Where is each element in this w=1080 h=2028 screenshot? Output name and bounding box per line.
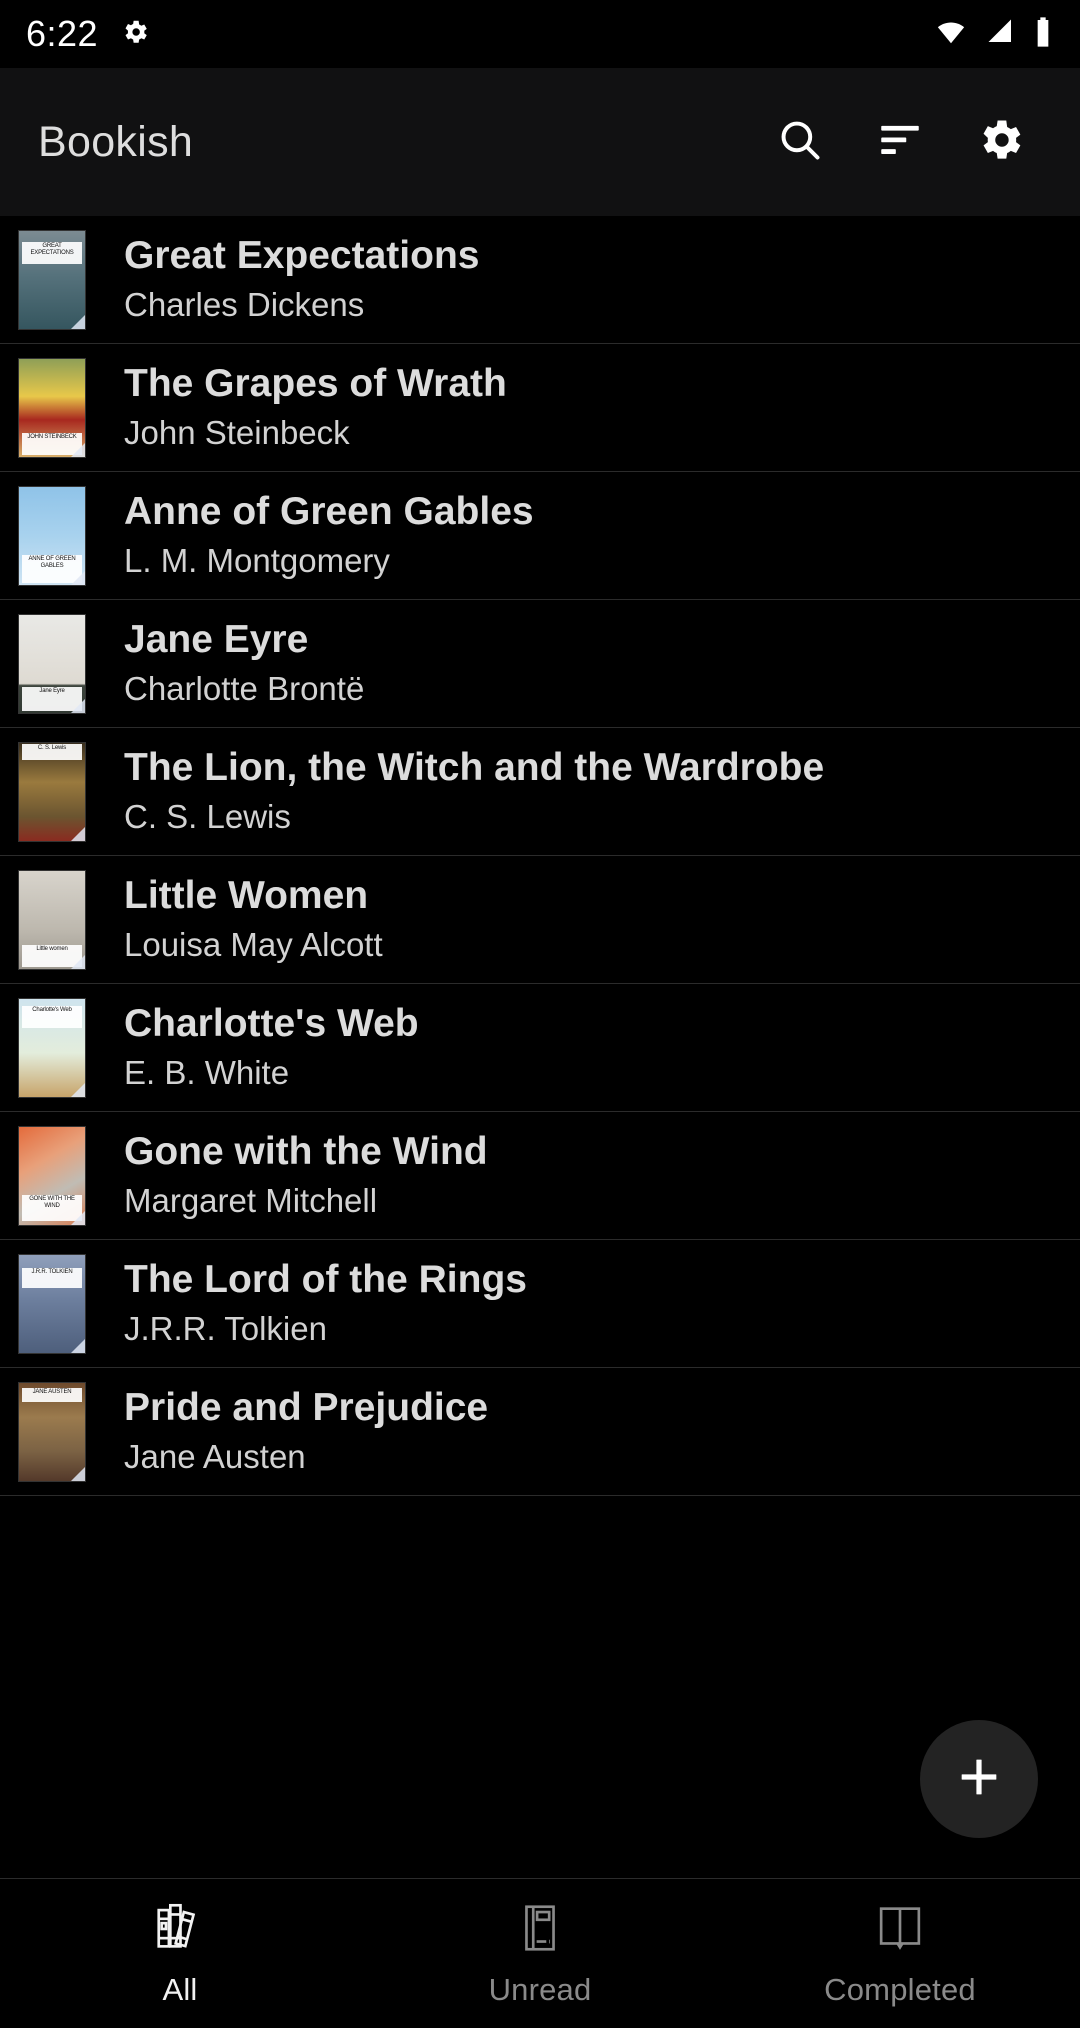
nav-label-unread: Unread <box>488 1972 592 2007</box>
closed-book-icon <box>511 1899 569 1962</box>
book-title: Pride and Prejudice <box>124 1386 489 1430</box>
book-cover-thumbnail: GREAT EXPECTATIONS <box>18 229 86 330</box>
book-author: Charles Dickens <box>124 285 365 323</box>
book-meta: Pride and Prejudice Jane Austen <box>124 1386 488 1477</box>
book-meta: Charlotte's Web E. B. White <box>124 1002 419 1093</box>
book-cover-thumbnail: Little women <box>18 869 86 970</box>
app-bar: Bookish <box>0 68 1080 216</box>
page-title: Bookish <box>38 117 194 166</box>
book-author: Jane Austen <box>124 1437 306 1475</box>
book-meta: Anne of Green Gables L. M. Montgomery <box>124 490 534 581</box>
sort-button[interactable] <box>850 92 950 192</box>
plus-icon <box>953 1751 1005 1808</box>
book-cover-thumbnail: J.R.R. TOLKIEN <box>18 1253 86 1354</box>
page-curl-icon <box>71 570 85 585</box>
bottom-navigation: All Unread Completed <box>0 1878 1080 2028</box>
status-bar-clock: 6:22 <box>26 13 99 54</box>
book-list-item[interactable]: Charlotte's Web Charlotte's Web E. B. Whit… <box>0 984 1080 1112</box>
book-title: Great Expectations <box>124 234 480 278</box>
book-title: Little Women <box>124 874 369 918</box>
cell-signal-icon <box>984 17 1018 52</box>
book-meta: Jane Eyre Charlotte Brontë <box>124 618 364 709</box>
sort-icon <box>875 115 925 170</box>
book-meta: Little Women Louisa May Alcott <box>124 874 383 965</box>
page-curl-icon <box>71 1210 85 1225</box>
book-list-item[interactable]: GREAT EXPECTATIONS Great Expectations Char… <box>0 216 1080 344</box>
book-meta: The Grapes of Wrath John Steinbeck <box>124 362 507 453</box>
app-root: 6:22 Bookish GREAT EXPECTATIONS Great Ex… <box>0 0 1080 2028</box>
book-cover-thumbnail: JANE AUSTEN <box>18 1381 86 1482</box>
book-author: E. B. White <box>124 1053 290 1091</box>
book-list-item[interactable]: Little women Little Women Louisa May Alcot… <box>0 856 1080 984</box>
book-cover-title-band: Charlotte's Web <box>21 1006 83 1028</box>
book-author: Margaret Mitchell <box>124 1181 378 1219</box>
status-bar-right <box>932 16 1054 53</box>
book-title: Charlotte's Web <box>124 1002 419 1046</box>
book-meta: The Lion, the Witch and the Wardrobe C. S… <box>124 746 824 837</box>
page-curl-icon <box>71 1338 85 1353</box>
book-cover-thumbnail: ANNE OF GREEN GABLES <box>18 485 86 586</box>
book-author: C. S. Lewis <box>124 797 291 835</box>
book-title: Gone with the Wind <box>124 1130 488 1174</box>
book-list[interactable]: GREAT EXPECTATIONS Great Expectations Char… <box>0 216 1080 1878</box>
book-cover-thumbnail: JOHN STEINBECK <box>18 357 86 458</box>
search-button[interactable] <box>750 92 850 192</box>
book-author: L. M. Montgomery <box>124 541 390 579</box>
book-list-item[interactable]: GONE WITH THE WIND Gone with the Wind Marg… <box>0 1112 1080 1240</box>
book-meta: The Lord of the Rings J.R.R. Tolkien <box>124 1258 527 1349</box>
page-curl-icon <box>71 826 85 841</box>
book-cover-title-band: JANE AUSTEN <box>21 1388 83 1403</box>
book-author: Charlotte Brontë <box>124 669 365 707</box>
app-bar-actions <box>750 92 1050 192</box>
book-cover-title-band: GREAT EXPECTATIONS <box>21 242 83 264</box>
book-list-item[interactable]: JOHN STEINBECK The Grapes of Wrath John St… <box>0 344 1080 472</box>
book-cover-thumbnail: GONE WITH THE WIND <box>18 1125 86 1226</box>
nav-label-completed: Completed <box>824 1972 976 2007</box>
book-meta: Gone with the Wind Margaret Mitchell <box>124 1130 488 1221</box>
book-author: Louisa May Alcott <box>124 925 383 963</box>
nav-item-all[interactable]: All <box>0 1879 360 2028</box>
book-cover-thumbnail: C. S. Lewis <box>18 741 86 842</box>
book-title: Anne of Green Gables <box>124 490 534 534</box>
nav-item-completed[interactable]: Completed <box>720 1879 1080 2028</box>
book-title: The Grapes of Wrath <box>124 362 507 406</box>
book-meta: Great Expectations Charles Dickens <box>124 234 479 325</box>
gear-icon <box>974 114 1026 171</box>
nav-item-unread[interactable]: Unread <box>360 1879 720 2028</box>
nav-label-all: All <box>162 1972 198 2007</box>
book-cover-title-band: C. S. Lewis <box>21 744 83 761</box>
book-list-item[interactable]: JANE AUSTEN Pride and Prejudice Jane Auste… <box>0 1368 1080 1496</box>
gear-icon <box>120 17 150 52</box>
page-curl-icon <box>71 442 85 457</box>
status-bar: 6:22 <box>0 0 1080 68</box>
book-list-item[interactable]: Jane Eyre Jane Eyre Charlotte Brontë <box>0 600 1080 728</box>
book-list-item[interactable]: J.R.R. TOLKIEN The Lord of the Rings J.R.R… <box>0 1240 1080 1368</box>
book-cover-thumbnail: Jane Eyre <box>18 613 86 714</box>
battery-icon <box>1032 16 1054 53</box>
book-title: The Lord of the Rings <box>124 1258 527 1302</box>
search-icon <box>775 115 825 170</box>
page-curl-icon <box>71 954 85 969</box>
open-book-icon <box>871 1899 929 1962</box>
book-list-item[interactable]: ANNE OF GREEN GABLES Anne of Green Gables… <box>0 472 1080 600</box>
book-title: The Lion, the Witch and the Wardrobe <box>124 746 825 790</box>
wifi-icon <box>932 17 970 52</box>
book-author: John Steinbeck <box>124 413 350 451</box>
page-curl-icon <box>71 314 85 329</box>
books-stack-icon <box>151 1899 209 1962</box>
book-cover-title-band: J.R.R. TOLKIEN <box>21 1268 83 1288</box>
page-curl-icon <box>71 1082 85 1097</box>
page-curl-icon <box>71 698 85 713</box>
status-bar-left: 6:22 <box>26 13 150 55</box>
page-curl-icon <box>71 1466 85 1481</box>
add-book-fab[interactable] <box>920 1720 1038 1838</box>
book-cover-thumbnail: Charlotte's Web <box>18 997 86 1098</box>
book-title: Jane Eyre <box>124 618 309 662</box>
book-author: J.R.R. Tolkien <box>124 1309 327 1347</box>
book-list-item[interactable]: C. S. Lewis The Lion, the Witch and the W… <box>0 728 1080 856</box>
settings-button[interactable] <box>950 92 1050 192</box>
